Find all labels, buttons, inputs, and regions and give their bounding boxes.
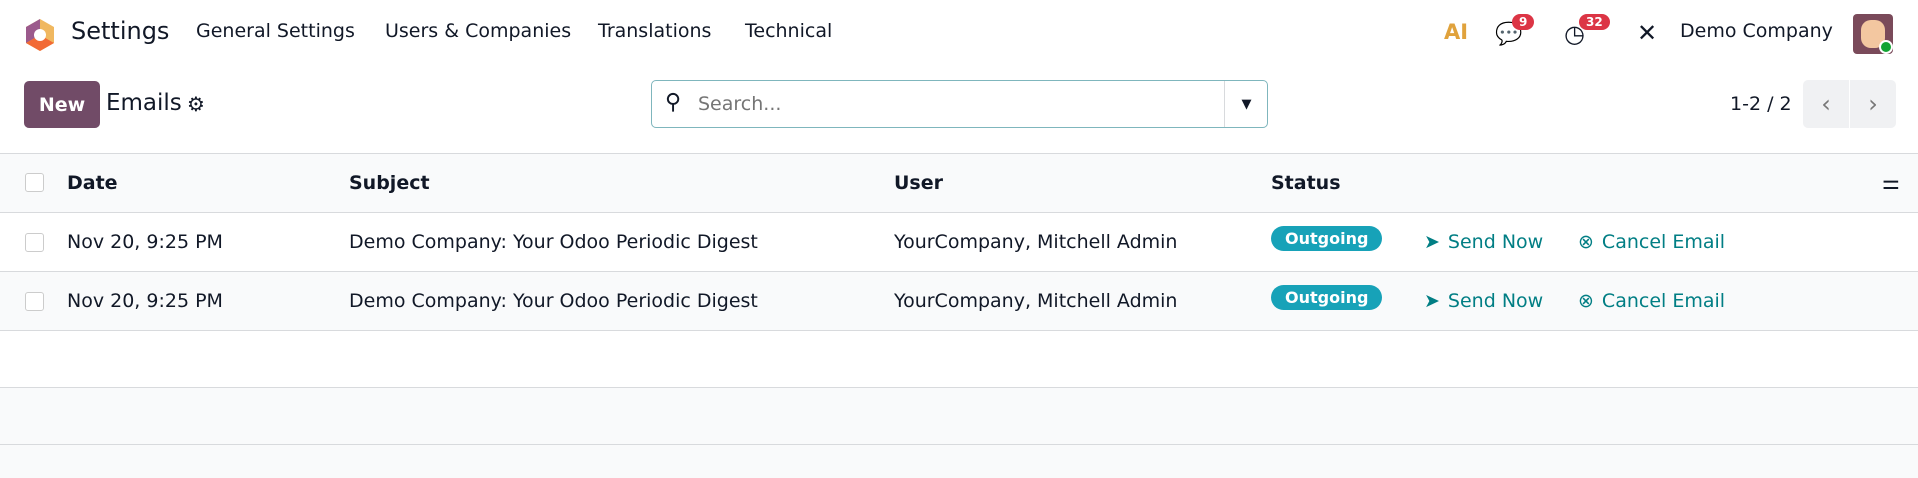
cancel-email-label: Cancel Email [1601,231,1726,253]
gear-icon[interactable]: ⚙ [187,92,205,116]
optional-columns-toggle-icon[interactable]: ⚌ [1882,170,1900,194]
messages-count-badge: 9 [1512,14,1535,30]
status-badge: Outgoing [1271,285,1383,310]
select-all-checkbox[interactable] [25,173,44,192]
menu-translations[interactable]: Translations [598,20,711,42]
paper-plane-icon: ➤ [1424,231,1440,253]
chevron-right-icon: › [1868,90,1878,118]
column-header-date[interactable]: Date [67,172,118,194]
new-button[interactable]: New [24,81,100,128]
caret-down-icon: ▼ [1241,96,1252,112]
user-avatar[interactable] [1853,14,1893,54]
search-options-toggle[interactable]: ▼ [1224,81,1268,127]
column-header-status[interactable]: Status [1271,172,1341,194]
odoo-settings-logo-icon[interactable] [24,18,56,52]
send-now-button[interactable]: ➤ Send Now [1424,290,1543,312]
cancel-email-button[interactable]: ⊗ Cancel Email [1578,231,1725,253]
chevron-left-icon: ‹ [1821,90,1831,118]
debug-tools-icon[interactable]: ✕ [1637,19,1657,47]
app-title[interactable]: Settings [71,17,169,45]
send-now-label: Send Now [1447,231,1544,253]
status-badge: Outgoing [1271,226,1383,251]
table-row[interactable]: Nov 20, 9:25 PM Demo Company: Your Odoo … [0,272,1918,331]
table-row[interactable]: Nov 20, 9:25 PM Demo Company: Your Odoo … [0,213,1918,272]
menu-users-companies[interactable]: Users & Companies [385,20,571,42]
table-header: Date Subject User Status ⚌ [0,154,1918,213]
search-bar: ⚲ ▼ [651,80,1268,128]
date-cell: Nov 20, 9:25 PM [67,231,223,253]
page-title: Emails [106,90,182,116]
menu-technical[interactable]: Technical [745,20,832,42]
times-circle-icon: ⊗ [1578,231,1594,253]
pager-value[interactable]: 1-2 / 2 [1730,93,1792,115]
pager-previous-button[interactable]: ‹ [1803,80,1849,128]
online-status-icon [1879,40,1893,54]
activities-count-badge: 32 [1579,14,1610,30]
ai-icon[interactable]: AI [1444,20,1468,44]
search-icon: ⚲ [665,90,682,115]
paper-plane-icon: ➤ [1424,290,1440,312]
row-checkbox[interactable] [25,233,44,252]
send-now-button[interactable]: ➤ Send Now [1424,231,1543,253]
top-navbar: Settings General Settings Users & Compan… [0,0,1918,68]
subject-cell: Demo Company: Your Odoo Periodic Digest [349,290,758,312]
column-header-user[interactable]: User [894,172,943,194]
subject-cell: Demo Company: Your Odoo Periodic Digest [349,231,758,253]
empty-row [0,388,1918,445]
send-now-label: Send Now [1447,290,1544,312]
cancel-email-button[interactable]: ⊗ Cancel Email [1578,290,1725,312]
row-checkbox[interactable] [25,292,44,311]
user-cell: YourCompany, Mitchell Admin [894,231,1178,253]
search-input[interactable] [698,89,1198,119]
pager-next-button[interactable]: › [1850,80,1896,128]
column-header-subject[interactable]: Subject [349,172,430,194]
date-cell: Nov 20, 9:25 PM [67,290,223,312]
company-switcher[interactable]: Demo Company [1680,20,1833,42]
user-cell: YourCompany, Mitchell Admin [894,290,1178,312]
cancel-email-label: Cancel Email [1601,290,1726,312]
empty-row [0,331,1918,388]
menu-general-settings[interactable]: General Settings [196,20,355,42]
times-circle-icon: ⊗ [1578,290,1594,312]
